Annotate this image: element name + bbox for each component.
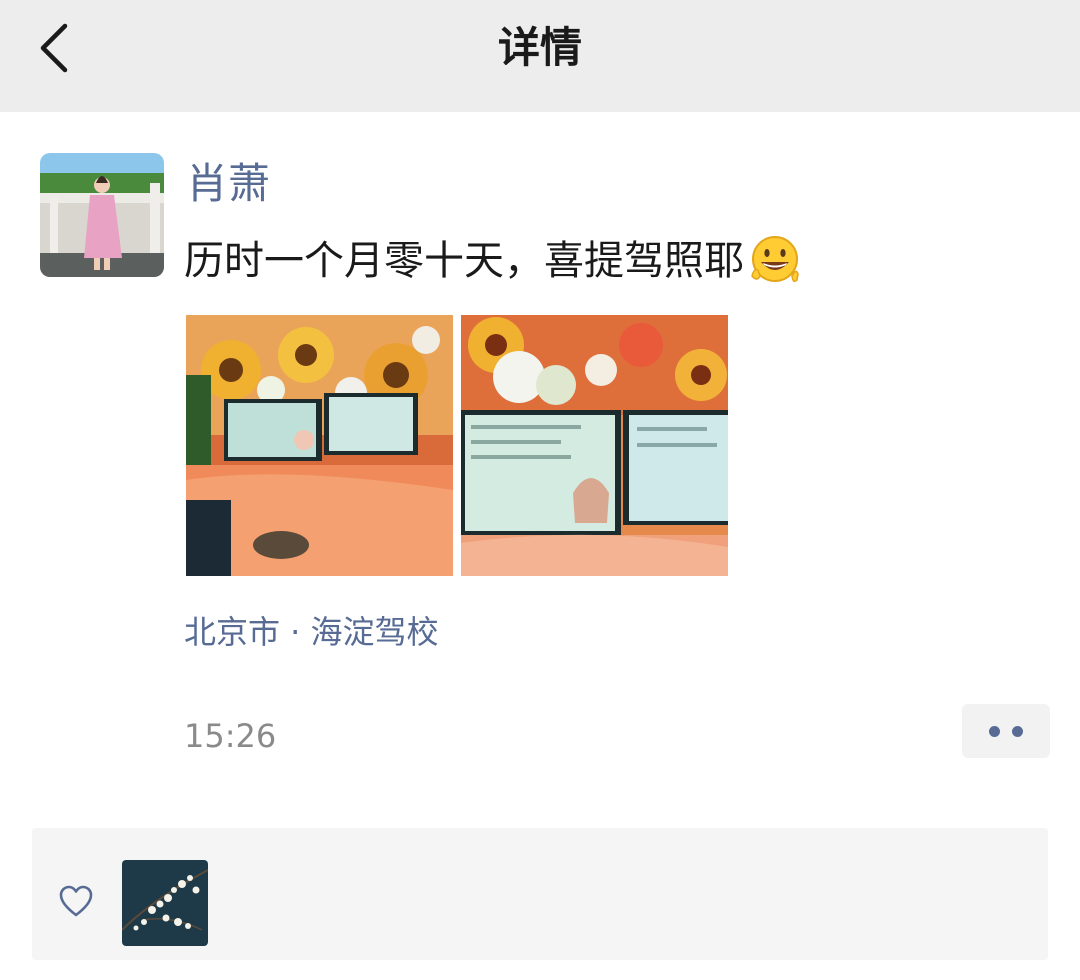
heart-icon [59,885,93,917]
more-dot-icon [989,725,1000,737]
more-actions-button[interactable] [962,704,1050,758]
post-text-content: 历时一个月零十天，喜提驾照耶 [184,238,744,284]
post-photo-1[interactable] [186,315,453,576]
author-name[interactable]: 肖萧 [186,156,270,212]
page-title: 详情 [497,23,582,72]
top-bar: 详情 [0,0,1080,112]
liker-avatar[interactable] [122,860,208,946]
post-text: 历时一个月零十天，喜提驾照耶 [184,232,804,290]
author-avatar[interactable] [40,153,164,277]
grinning-peace-emoji [751,236,799,283]
post-time: 15:26 [184,717,277,755]
likes-panel [32,828,1048,960]
post-photo-2[interactable] [461,315,728,576]
more-dot-icon [1012,725,1023,737]
post-location[interactable]: 北京市 · 海淀驾校 [184,608,439,656]
